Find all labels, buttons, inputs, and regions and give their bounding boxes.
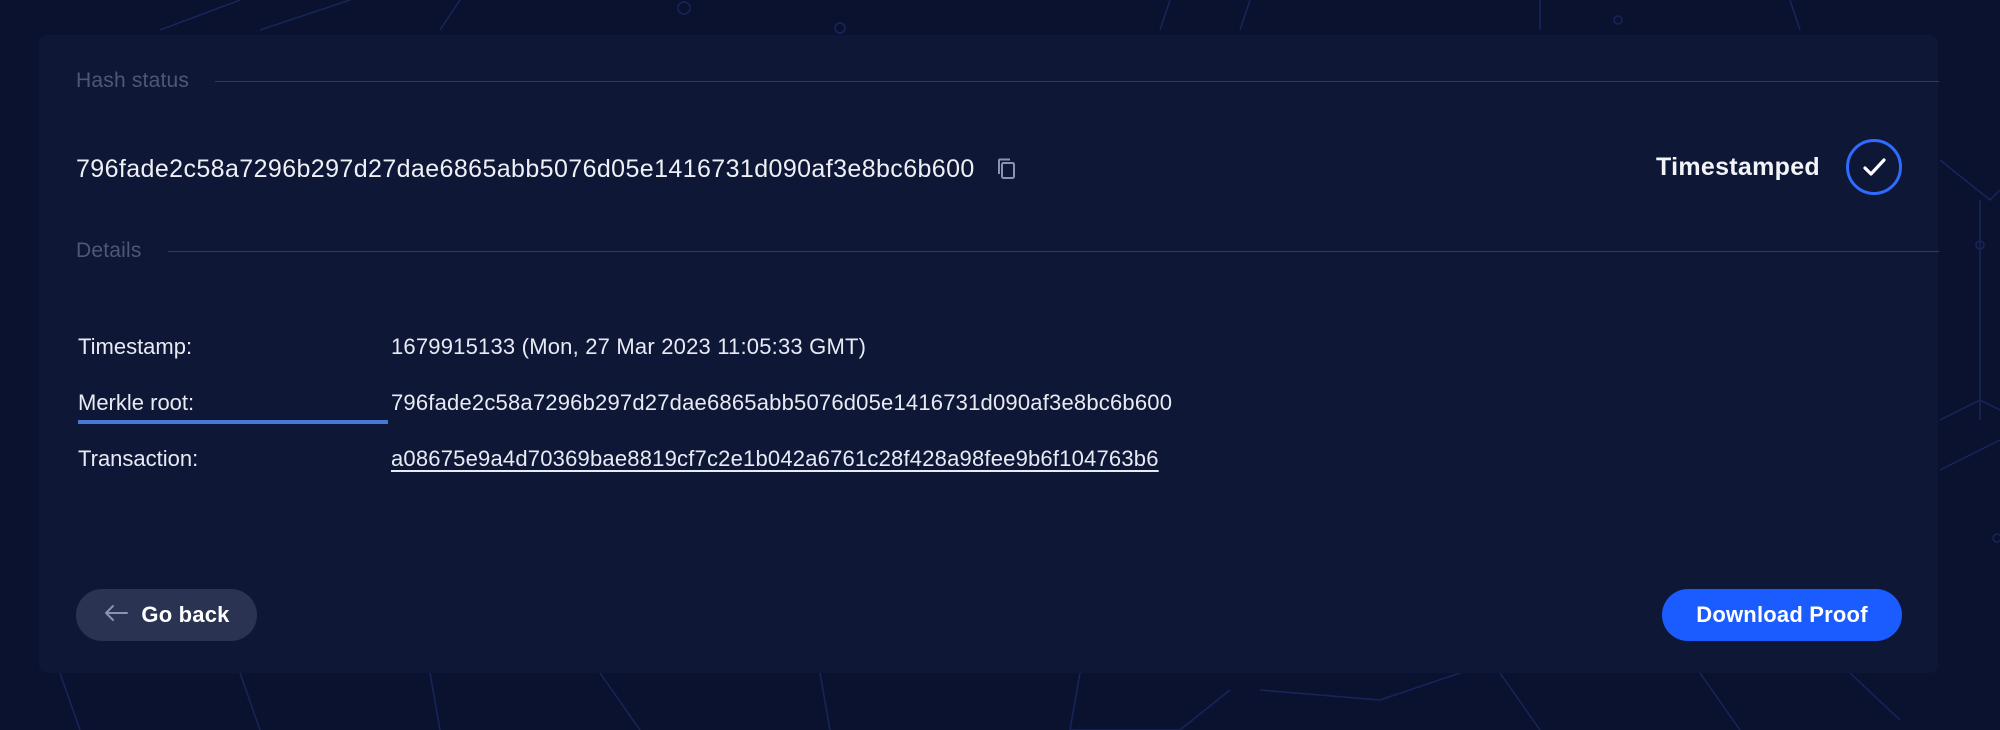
section-divider: [215, 80, 1939, 82]
hash-row: 796fade2c58a7296b297d27dae6865abb5076d05…: [76, 151, 1019, 187]
checkmark-icon: [1846, 139, 1902, 195]
arrow-left-icon: [103, 603, 129, 628]
timestamp-status: Timestamped: [1656, 139, 1902, 195]
timestamp-label: Timestamp:: [78, 334, 193, 359]
details-title: Details: [76, 239, 142, 262]
details-table: Timestamp: 1679915133 (Mon, 27 Mar 2023 …: [78, 320, 1172, 488]
detail-row-timestamp: Timestamp: 1679915133 (Mon, 27 Mar 2023 …: [78, 320, 1172, 376]
status-label: Timestamped: [1655, 152, 1820, 181]
download-proof-label: Download Proof: [1696, 602, 1868, 627]
timestamp-value: 1679915133 (Mon, 27 Mar 2023 11:05:33 GM…: [391, 334, 867, 359]
hash-status-title: Hash status: [76, 69, 190, 92]
details-header: Details: [76, 239, 1939, 263]
detail-row-transaction: Transaction: a08675e9a4d70369bae8819cf7c…: [78, 432, 1172, 488]
transaction-label: Transaction:: [78, 446, 199, 471]
hash-status-header: Hash status: [76, 69, 1939, 93]
copy-icon[interactable]: [993, 156, 1019, 182]
merkle-root-value: 796fade2c58a7296b297d27dae6865abb5076d05…: [391, 390, 1173, 415]
hash-value: 796fade2c58a7296b297d27dae6865abb5076d05…: [76, 154, 975, 183]
download-proof-button[interactable]: Download Proof: [1662, 589, 1902, 641]
go-back-button[interactable]: Go back: [76, 589, 257, 641]
section-divider: [167, 250, 1939, 252]
merkle-root-label: Merkle root:: [78, 390, 195, 415]
go-back-label: Go back: [141, 602, 230, 627]
transaction-link[interactable]: a08675e9a4d70369bae8819cf7c2e1b042a6761c…: [391, 432, 1159, 472]
row-highlight-underline: [78, 420, 388, 424]
